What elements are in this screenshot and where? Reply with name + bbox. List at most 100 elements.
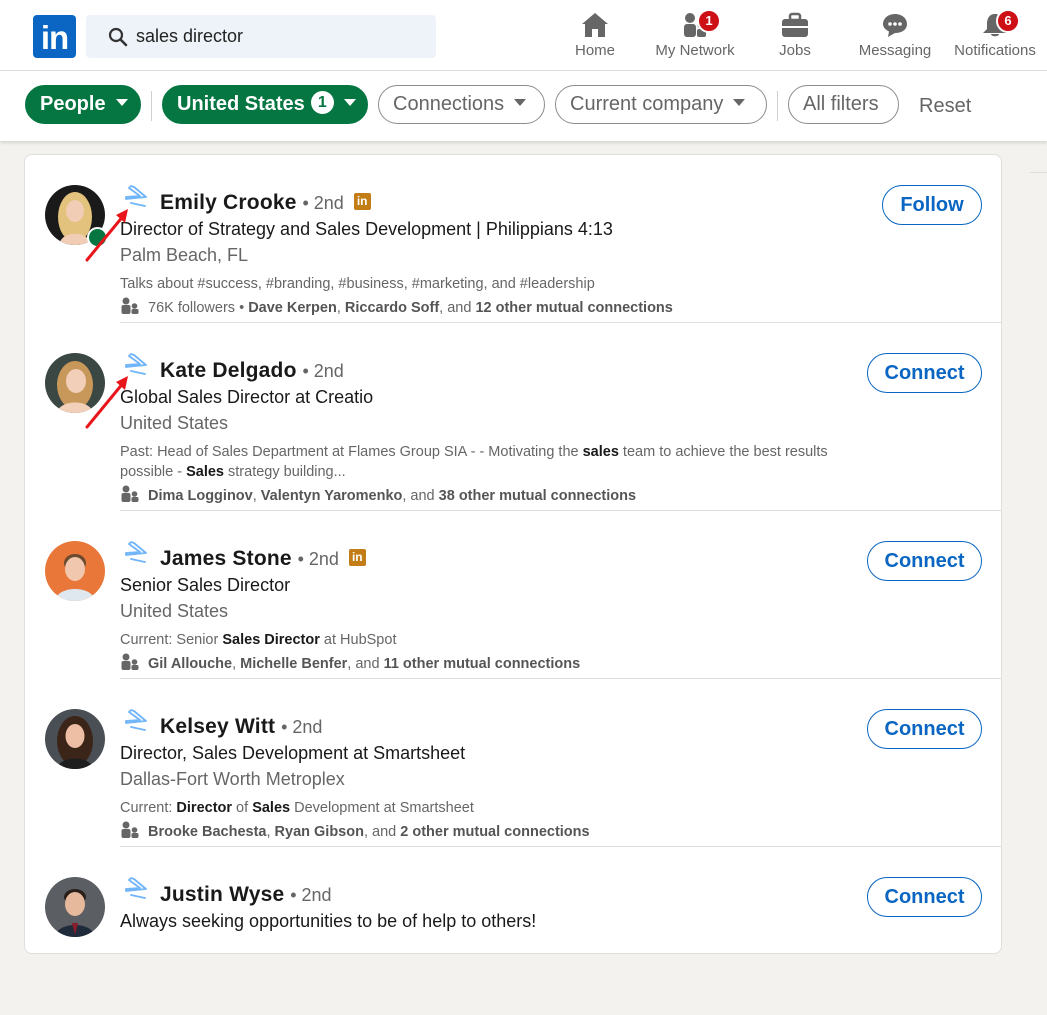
connect-button[interactable]: Connect xyxy=(867,709,982,749)
people-filter-button[interactable]: People xyxy=(25,85,141,124)
mutual-connections-icon xyxy=(121,485,139,502)
result-name-line: Justin Wyse • 2nd xyxy=(160,883,332,907)
headline: Director of Strategy and Sales Developme… xyxy=(120,219,613,239)
result-name-line: Emily Crooke • 2nd in xyxy=(160,191,371,215)
result-name-line: Kelsey Witt • 2nd xyxy=(160,715,322,739)
linkedin-logo[interactable]: in xyxy=(33,15,76,58)
bold-text: 11 other mutual connections xyxy=(383,655,581,672)
open-profile-icon xyxy=(125,185,147,207)
search-input[interactable] xyxy=(136,15,426,58)
text: , and xyxy=(402,487,439,504)
chevron-down-icon xyxy=(733,99,746,107)
location: United States xyxy=(120,601,229,621)
sidebar-divider xyxy=(1030,172,1047,173)
home-icon xyxy=(582,13,608,37)
result-name-line: James Stone • 2nd in xyxy=(160,547,366,571)
summary: Talks about #success, #branding, #busine… xyxy=(120,274,860,294)
connect-button[interactable]: Connect xyxy=(867,541,982,581)
text: Talks about #success, #branding, #busine… xyxy=(120,276,595,292)
premium-badge-icon: in xyxy=(348,548,366,566)
result-item: Justin Wyse • 2nd Always seeking opportu… xyxy=(25,847,1001,1015)
bold-text: Brooke Bachesta xyxy=(148,823,267,840)
text: strategy building... xyxy=(224,464,346,480)
bold-text: Valentyn Yaromenko xyxy=(260,487,403,504)
nav-jobs[interactable]: Jobs xyxy=(745,8,845,66)
search-results-list: Emily Crooke • 2nd in Director of Strate… xyxy=(24,154,1002,954)
bold-text: Sales xyxy=(252,800,291,816)
text: , xyxy=(232,655,241,672)
profile-name-link[interactable]: Kelsey Witt xyxy=(160,715,275,738)
connect-button[interactable]: Connect xyxy=(867,353,982,393)
connection-degree: • 2nd xyxy=(290,885,332,905)
open-profile-icon xyxy=(125,541,147,563)
connection-degree: • 2nd xyxy=(297,549,339,569)
united-states-filter-button[interactable]: United States 1 xyxy=(162,85,368,124)
avatar[interactable] xyxy=(45,877,105,937)
nav-notifications[interactable]: Notifications 6 xyxy=(945,8,1045,66)
profile-name-link[interactable]: Kate Delgado xyxy=(160,359,297,382)
nav-messaging[interactable]: Messaging xyxy=(845,8,945,66)
connect-button[interactable]: Connect xyxy=(867,877,982,917)
text: , and xyxy=(439,299,476,316)
text: Current: xyxy=(120,800,177,816)
text: Current: Senior xyxy=(120,632,223,648)
nav-my-network[interactable]: My Network 1 xyxy=(645,8,745,66)
open-profile-icon xyxy=(125,353,147,375)
nav-home[interactable]: Home xyxy=(545,8,645,66)
jobs-icon xyxy=(782,12,808,37)
text: Development at Smartsheet xyxy=(290,800,474,816)
all-filters-label: All filters xyxy=(803,93,879,115)
bold-text: 38 other mutual connections xyxy=(438,487,637,504)
headline: Always seeking opportunities to be of he… xyxy=(120,911,537,931)
location: United States xyxy=(120,413,229,433)
bold-text: sales xyxy=(582,444,619,460)
connection-degree: • 2nd xyxy=(281,717,323,737)
mutual-text: Gil Allouche, Michelle Benfer, and 11 ot… xyxy=(148,656,580,672)
mutual-connections[interactable]: Brooke Bachesta, Ryan Gibson, and 2 othe… xyxy=(120,821,590,841)
mutual-connections[interactable]: Gil Allouche, Michelle Benfer, and 11 ot… xyxy=(120,653,580,673)
follow-button[interactable]: Follow xyxy=(882,185,982,225)
location: Palm Beach, FL xyxy=(120,245,249,265)
text: 76K followers • xyxy=(148,299,249,316)
search-icon xyxy=(108,27,128,47)
mutual-text: Brooke Bachesta, Ryan Gibson, and 2 othe… xyxy=(148,824,590,840)
avatar[interactable] xyxy=(45,709,105,769)
mutual-connections[interactable]: 76K followers • Dave Kerpen, Riccardo So… xyxy=(120,297,673,317)
headline: Senior Sales Director xyxy=(120,575,291,595)
avatar[interactable] xyxy=(45,353,105,413)
search-filter-bar: People United States 1 Connections Curren… xyxy=(0,71,1047,141)
online-status-indicator xyxy=(87,227,108,248)
current-company-filter-button[interactable]: Current company xyxy=(555,85,767,124)
bold-text: Director xyxy=(176,800,233,816)
reset-filters-button[interactable]: Reset xyxy=(919,95,971,118)
messaging-icon xyxy=(883,14,907,37)
open-profile-icon xyxy=(125,709,147,731)
text: , xyxy=(252,487,261,504)
text: at HubSpot xyxy=(319,632,397,648)
notifications-badge: 6 xyxy=(996,9,1020,33)
profile-name-link[interactable]: Emily Crooke xyxy=(160,191,297,214)
headline: Director, Sales Development at Smartshee… xyxy=(120,743,466,763)
filter-divider xyxy=(777,91,778,121)
filter-divider xyxy=(151,91,152,121)
headline: Global Sales Director at Creatio xyxy=(120,387,374,407)
nav-jobs-label: Jobs xyxy=(779,42,811,59)
mutual-text: 76K followers • Dave Kerpen, Riccardo So… xyxy=(148,300,673,316)
profile-name-link[interactable]: James Stone xyxy=(160,547,292,570)
bold-text: Gil Allouche xyxy=(148,655,233,672)
summary: Current: Senior Sales Director at HubSpo… xyxy=(120,630,860,650)
bold-text: Riccardo Soff xyxy=(344,299,440,316)
profile-name-link[interactable]: Justin Wyse xyxy=(160,883,284,906)
nav-messaging-label: Messaging xyxy=(858,42,932,59)
connections-filter-button[interactable]: Connections xyxy=(378,85,545,124)
result-item: James Stone • 2nd in Senior Sales Direct… xyxy=(25,511,1001,679)
avatar[interactable] xyxy=(45,541,105,601)
bold-text: 2 other mutual connections xyxy=(400,823,590,840)
mutual-connections[interactable]: Dima Logginov, Valentyn Yaromenko, and 3… xyxy=(120,485,636,505)
premium-badge-icon: in xyxy=(353,192,371,210)
search-box[interactable] xyxy=(86,15,436,58)
text: , xyxy=(266,823,275,840)
all-filters-button[interactable]: All filters xyxy=(788,85,899,124)
text: of xyxy=(232,800,253,816)
mutual-text: Dima Logginov, Valentyn Yaromenko, and 3… xyxy=(148,488,636,504)
